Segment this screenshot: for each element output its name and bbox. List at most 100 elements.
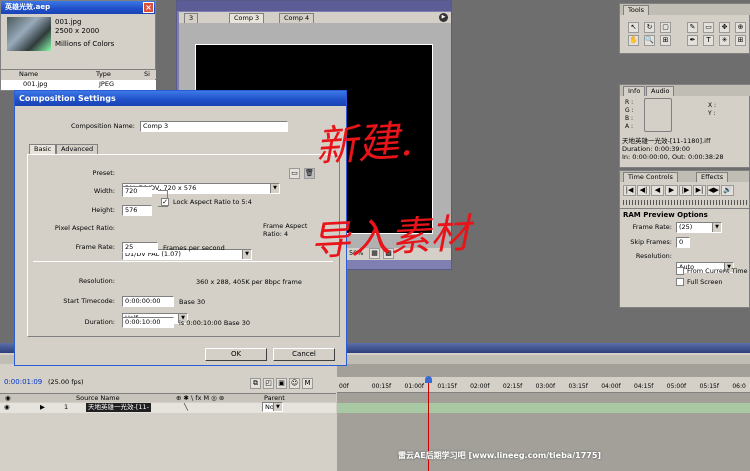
layer-expand-icon[interactable]: ▶: [40, 403, 45, 412]
puppet-tool-icon[interactable]: ✳: [719, 35, 730, 46]
fr-select[interactable]: (25) ▼: [676, 222, 722, 233]
lock-aspect-label: Lock Aspect Ratio to 5:4: [173, 198, 252, 206]
from-current-checkbox[interactable]: [676, 267, 684, 275]
ruler-tick-label: 04:15f: [634, 383, 654, 390]
ruler-tick-label: 06:0: [732, 383, 746, 390]
selection-tool-icon[interactable]: ↖: [628, 22, 639, 33]
col-type[interactable]: Type: [96, 70, 111, 79]
project-panel: 英雄光效.aep × 001.jpg 2500 x 2000 Millions …: [0, 0, 156, 91]
loop-icon[interactable]: ◀▶: [707, 185, 720, 196]
last-frame-icon[interactable]: ▶|: [693, 185, 706, 196]
project-row[interactable]: 001.jpg JPEG: [1, 80, 156, 90]
tools-panel: Tools ↖ ↻ ▢ ✋ 🔍 ⊞ ✎ ▭ ✥ ⊕ ✒ T ✳ ⊞: [619, 3, 750, 54]
comp-menu-icon[interactable]: ▶: [439, 13, 448, 22]
prev-frame-icon[interactable]: ◀|: [637, 185, 650, 196]
ruler-tick-label: 04:00f: [601, 383, 621, 390]
text-tool-icon[interactable]: T: [703, 35, 714, 46]
width-input[interactable]: 720: [122, 186, 152, 197]
col-switches: ⊕ ✱ \ fx M ◎ ⊛: [176, 394, 225, 402]
effects-tab[interactable]: Effects: [696, 172, 729, 182]
col-size[interactable]: Si: [144, 70, 150, 79]
play-icon[interactable]: ▶: [665, 185, 678, 196]
delete-preset-icon[interactable]: 🗑: [304, 168, 315, 179]
reverse-icon[interactable]: ◀: [651, 185, 664, 196]
fps-input[interactable]: 25: [122, 242, 158, 253]
brush-tool-icon[interactable]: ✎: [687, 22, 698, 33]
fps-label: Frame Rate:: [75, 243, 115, 251]
full-screen-checkbox[interactable]: [676, 278, 684, 286]
tools-tab[interactable]: Tools: [623, 5, 650, 15]
next-frame-icon[interactable]: |▶: [679, 185, 692, 196]
audio-tab[interactable]: Audio: [646, 86, 675, 96]
zoom-tool-icon[interactable]: 🔍: [644, 35, 655, 46]
comp-name-label: Composition Name:: [70, 122, 135, 130]
info-x: X :: [708, 102, 717, 109]
ruler-tick-label: 02:00f: [470, 383, 490, 390]
lock-aspect-checkbox[interactable]: ✓: [161, 198, 169, 206]
time-controls-panel: Time Controls Effects |◀ ◀| ◀ ▶ |▶ ▶| ◀▶…: [619, 170, 750, 308]
project-title: 英雄光效.aep: [5, 3, 51, 11]
info-tab[interactable]: Info: [623, 86, 646, 96]
tab-3[interactable]: 3: [184, 13, 199, 23]
timeline-toolbar: ⧉ ◰ ▣ ☺ M: [250, 378, 313, 389]
ruler-tick-label: 05:15f: [699, 383, 719, 390]
cancel-button[interactable]: Cancel: [273, 348, 335, 361]
ruler-tick-label: 03:15f: [568, 383, 588, 390]
orbit-tool-icon[interactable]: ⊕: [735, 22, 746, 33]
project-columns: Name Type Si: [1, 69, 156, 79]
time-controls-tab[interactable]: Time Controls: [623, 172, 678, 182]
comp-name-input[interactable]: Comp 3: [140, 121, 288, 132]
tab-advanced[interactable]: Advanced: [56, 144, 99, 154]
pen-tool-icon[interactable]: ✒: [687, 35, 698, 46]
project-title-bar: 英雄光效.aep ×: [1, 1, 155, 14]
info-r: R :: [625, 99, 634, 106]
hand-tool-icon[interactable]: ✋: [628, 35, 639, 46]
layer-quality-icon[interactable]: ╲: [184, 403, 188, 412]
draft3d-icon[interactable]: ◰: [263, 378, 274, 389]
time-indicator-head[interactable]: [425, 376, 432, 383]
save-preset-icon[interactable]: ▭: [289, 168, 300, 179]
clone-tool-icon[interactable]: ▭: [703, 22, 714, 33]
eraser-tool-icon[interactable]: ✥: [719, 22, 730, 33]
start-input[interactable]: 0:00:00:00: [122, 296, 174, 307]
eye-col-icon: ◉: [5, 394, 11, 402]
ok-button[interactable]: OK: [205, 348, 267, 361]
shy-icon[interactable]: ☺: [289, 378, 300, 389]
layer-name[interactable]: 天地英雄一光效-[11-: [86, 403, 151, 412]
layer-duration-bar[interactable]: [337, 403, 750, 413]
annotation-new: 新建.: [313, 115, 415, 172]
tab-basic[interactable]: Basic: [29, 144, 57, 154]
layer-row[interactable]: ◉ ▶ 1 天地英雄一光效-[11- ╲ None▼: [0, 402, 336, 413]
tab-comp-4[interactable]: Comp 4: [279, 13, 315, 23]
motion-blur-icon[interactable]: M: [302, 378, 313, 389]
extra-tool-icon[interactable]: ⊞: [735, 35, 746, 46]
frame-blend-icon[interactable]: ▣: [276, 378, 287, 389]
col-parent[interactable]: Parent: [264, 394, 285, 402]
rotate-tool-icon[interactable]: ↻: [644, 22, 655, 33]
height-input[interactable]: 576: [122, 205, 152, 216]
col-name[interactable]: Name: [19, 70, 38, 79]
width-label: Width:: [93, 187, 115, 195]
comp-flowchart-icon[interactable]: ⧉: [250, 378, 261, 389]
pan-behind-tool-icon[interactable]: ⊞: [660, 35, 671, 46]
color-swatch-frame: [644, 98, 672, 132]
comp-tabs: 3 Comp 3 Comp 4 ▶: [179, 12, 451, 23]
tab-comp-3[interactable]: Comp 3: [229, 13, 265, 23]
skip-input[interactable]: 0: [676, 237, 690, 248]
audio-icon[interactable]: 🔊: [721, 185, 734, 196]
dur-input[interactable]: 0:00:10:00: [122, 317, 174, 328]
first-frame-icon[interactable]: |◀: [623, 185, 636, 196]
start-label: Start Timecode:: [63, 297, 115, 305]
col-source-name[interactable]: Source Name: [76, 394, 120, 402]
layer-visibility-icon[interactable]: ◉: [4, 403, 10, 412]
dur-label: Duration:: [84, 318, 115, 326]
dialog-title: Composition Settings: [19, 94, 116, 103]
timeline-timecode[interactable]: 0:00:01:09: [4, 378, 42, 386]
jog-shuttle[interactable]: [623, 200, 748, 205]
rect-mask-tool-icon[interactable]: ▢: [660, 22, 671, 33]
project-close-button[interactable]: ×: [143, 2, 154, 13]
parent-select[interactable]: None▼: [262, 402, 283, 412]
skip-label: Skip Frames:: [630, 238, 672, 246]
info-duration: Duration: 0:00:39:00: [622, 145, 691, 153]
layer-number: 1: [64, 403, 69, 411]
